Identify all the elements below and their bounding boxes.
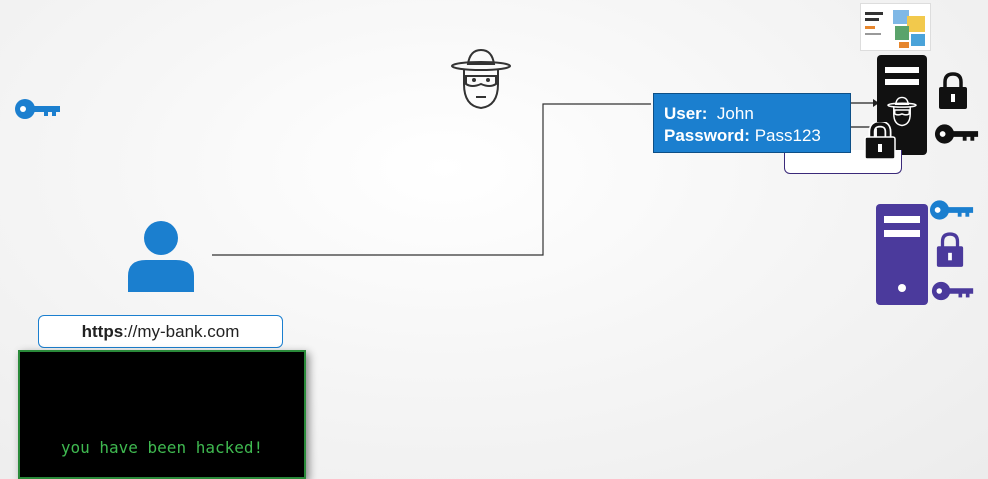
connection-line: [212, 103, 651, 256]
user-icon: [126, 218, 196, 292]
user-value: John: [716, 104, 754, 123]
password-value: Pass123: [754, 126, 821, 145]
key-icon: [929, 198, 975, 222]
credentials-box: User: John Password: Pass123: [653, 93, 851, 153]
url-bar[interactable]: https://my-bank.com: [38, 315, 283, 348]
website-thumbnail: [860, 3, 931, 51]
lock-icon: [937, 72, 969, 110]
lock-icon: [864, 122, 896, 160]
url-scheme: https: [81, 321, 124, 341]
key-icon: [931, 280, 975, 302]
hacker-icon: [450, 46, 512, 110]
user-row: User: John: [664, 103, 850, 125]
lock-icon: [935, 231, 965, 269]
password-label: Password:: [664, 126, 750, 145]
user-label: User:: [664, 104, 708, 123]
hacked-message: you have been hacked!: [60, 438, 264, 457]
key-icon: [14, 97, 62, 121]
hacked-browser-window: you have been hacked!: [18, 350, 306, 479]
key-icon: [934, 122, 980, 146]
password-row: Password: Pass123: [664, 125, 850, 147]
url-domain: ://my-bank.com: [123, 321, 240, 341]
server-icon: [876, 204, 928, 305]
